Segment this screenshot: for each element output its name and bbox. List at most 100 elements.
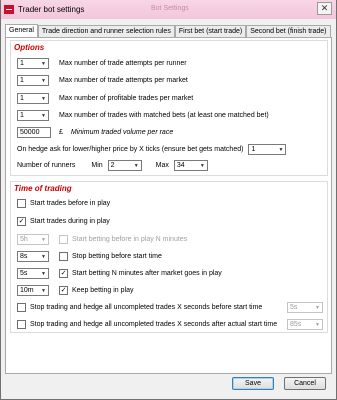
- select-value: 1: [20, 60, 24, 67]
- chevron-down-icon: ▼: [315, 321, 320, 328]
- keep-betting-select[interactable]: 10m ▼: [17, 285, 49, 296]
- settings-window: Trader bot settings Bot Settings ✕ Gener…: [0, 0, 337, 400]
- app-icon: [4, 5, 14, 14]
- min-volume-input[interactable]: 50000: [17, 127, 51, 138]
- runners-max-label: Max: [155, 162, 169, 169]
- runners-row: Number of runners Min 2 ▼ Max 34 ▼: [17, 160, 208, 171]
- max-profitable-trades-label: Max number of profitable trades per mark…: [59, 95, 194, 102]
- max-trade-attempts-market-row: 1 ▼ Max number of trade attempts per mar…: [17, 75, 188, 86]
- hedge-before-start-label: Stop trading and hedge all uncompleted t…: [30, 304, 263, 311]
- max-profitable-trades-select[interactable]: 1 ▼: [17, 93, 49, 104]
- save-button[interactable]: Save: [232, 377, 274, 390]
- background-window-title: Bot Settings: [151, 5, 189, 12]
- select-value: 2: [110, 162, 115, 169]
- select-value: 1: [251, 146, 256, 153]
- stop-before-start-label: Stop betting before start time: [72, 253, 162, 260]
- hedge-ticks-row: On hedge ask for lower/higher price by X…: [17, 144, 287, 155]
- stop-before-start-checkbox[interactable]: [59, 252, 68, 261]
- min-volume-label: Minimum traded volume per race: [70, 129, 174, 136]
- select-value: 5s: [20, 270, 28, 277]
- close-button[interactable]: ✕: [317, 2, 332, 15]
- keep-betting-checkbox[interactable]: ✓: [59, 286, 68, 295]
- chevron-down-icon: ▼: [41, 60, 46, 67]
- before-play-n-label: Start betting before in play N minutes: [72, 236, 188, 243]
- min-volume-row: 50000 £ Minimum traded volume per race: [17, 127, 173, 138]
- hedge-ticks-label: On hedge ask for lower/higher price by X…: [17, 146, 244, 153]
- select-value: 5s: [290, 304, 298, 311]
- currency-symbol: £: [59, 129, 63, 136]
- chevron-down-icon: ▼: [41, 236, 46, 243]
- chevron-down-icon: ▼: [41, 287, 46, 294]
- runners-min-label: Min: [91, 162, 103, 169]
- chevron-down-icon: ▼: [41, 77, 46, 84]
- chevron-down-icon: ▼: [41, 253, 46, 260]
- start-before-play-label: Start trades before in play: [30, 200, 111, 207]
- hedge-ticks-select[interactable]: 1 ▼: [248, 144, 287, 155]
- max-trade-attempts-market-select[interactable]: 1 ▼: [17, 75, 49, 86]
- time-of-trading-group: Time of trading Start trades before in p…: [10, 181, 328, 333]
- chevron-down-icon: ▼: [133, 162, 139, 169]
- max-profitable-trades-row: 1 ▼ Max number of profitable trades per …: [17, 93, 193, 104]
- chevron-down-icon: ▼: [41, 95, 46, 102]
- max-matched-trades-row: 1 ▼ Max number of trades with matched be…: [17, 110, 269, 121]
- chevron-down-icon: ▼: [41, 270, 46, 277]
- hedge-after-start-select[interactable]: 85s ▼: [287, 319, 323, 330]
- max-matched-trades-label: Max number of trades with matched bets (…: [59, 112, 269, 119]
- max-matched-trades-select[interactable]: 1 ▼: [17, 110, 49, 121]
- hedge-before-start-select[interactable]: 5s ▼: [287, 302, 323, 313]
- keep-betting-label: Keep betting in play: [72, 287, 134, 294]
- close-icon: ✕: [320, 3, 329, 13]
- chevron-down-icon: ▼: [278, 146, 284, 153]
- keep-betting-row: 10m ▼ ✓ Keep betting in play: [17, 285, 134, 296]
- hedge-after-start-label: Stop trading and hedge all uncompleted t…: [30, 321, 278, 328]
- general-tab-panel: Options 1 ▼ Max number of trade attempts…: [5, 37, 332, 374]
- hedge-before-start-row: Stop trading and hedge all uncompleted t…: [17, 302, 323, 313]
- time-of-trading-group-title: Time of trading: [14, 184, 72, 193]
- hedge-before-start-checkbox[interactable]: [17, 303, 26, 312]
- tab-bar: General Trade direction and runner selec…: [5, 24, 331, 38]
- start-after-market-row: 5s ▼ ✓ Start betting N minutes after mar…: [17, 268, 222, 279]
- runners-label: Number of runners: [17, 162, 76, 169]
- chevron-down-icon: ▼: [315, 304, 320, 311]
- options-group: Options 1 ▼ Max number of trade attempts…: [10, 40, 328, 176]
- start-during-play-row: ✓ Start trades during in play: [17, 217, 110, 226]
- select-value: 10m: [20, 287, 34, 294]
- select-value: 1: [20, 77, 24, 84]
- select-value: 1: [20, 112, 24, 119]
- start-before-play-checkbox[interactable]: [17, 199, 26, 208]
- before-play-n-row: 5h ▼ Start betting before in play N minu…: [17, 234, 187, 245]
- before-play-n-select[interactable]: 5h ▼: [17, 234, 49, 245]
- max-trade-attempts-runner-row: 1 ▼ Max number of trade attempts per run…: [17, 58, 187, 69]
- tab-general[interactable]: General: [5, 24, 38, 38]
- start-after-market-select[interactable]: 5s ▼: [17, 268, 49, 279]
- select-value: 5h: [20, 236, 28, 243]
- check-icon: ✓: [60, 287, 67, 294]
- options-group-title: Options: [14, 43, 45, 52]
- stop-before-start-row: 8s ▼ Stop betting before start time: [17, 251, 162, 262]
- start-during-play-checkbox[interactable]: ✓: [17, 217, 26, 226]
- hedge-after-start-checkbox[interactable]: [17, 320, 26, 329]
- max-trade-attempts-market-label: Max number of trade attempts per market: [59, 77, 188, 84]
- runners-max-select[interactable]: 34 ▼: [173, 160, 208, 171]
- select-value: 1: [20, 95, 24, 102]
- title-bar[interactable]: Trader bot settings Bot Settings ✕: [1, 0, 336, 19]
- max-trade-attempts-runner-label: Max number of trade attempts per runner: [59, 60, 187, 67]
- select-value: 8s: [20, 253, 28, 260]
- check-icon: ✓: [18, 218, 25, 225]
- check-icon: ✓: [60, 270, 67, 277]
- start-before-play-row: Start trades before in play: [17, 199, 110, 208]
- window-title: Trader bot settings: [18, 5, 85, 14]
- hedge-after-start-row: Stop trading and hedge all uncompleted t…: [17, 319, 323, 330]
- stop-before-start-select[interactable]: 8s ▼: [17, 251, 49, 262]
- chevron-down-icon: ▼: [41, 112, 46, 119]
- runners-min-select[interactable]: 2 ▼: [107, 160, 142, 171]
- start-after-market-checkbox[interactable]: ✓: [59, 269, 68, 278]
- cancel-button[interactable]: Cancel: [284, 377, 326, 390]
- select-value: 34: [176, 162, 185, 169]
- start-after-market-label: Start betting N minutes after market goe…: [72, 270, 222, 277]
- start-during-play-label: Start trades during in play: [30, 218, 110, 225]
- max-trade-attempts-runner-select[interactable]: 1 ▼: [17, 58, 49, 69]
- before-play-n-checkbox[interactable]: [59, 235, 68, 244]
- chevron-down-icon: ▼: [199, 162, 205, 169]
- select-value: 85s: [290, 321, 302, 328]
